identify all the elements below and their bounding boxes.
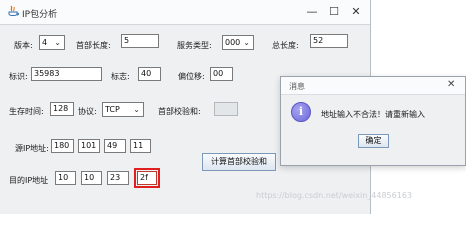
ttl-field[interactable]: 128	[50, 102, 74, 116]
dialog-message: 地址输入不合法！请重新输入	[321, 110, 425, 119]
header-length-label: 首部长度:	[76, 41, 111, 50]
message-dialog: 消息 ✕ i 地址输入不合法！请重新输入 确定	[280, 76, 466, 166]
fragment-offset-field[interactable]: 00	[210, 67, 233, 81]
maximize-button[interactable]: ☐	[324, 3, 344, 21]
ok-button[interactable]: 确定	[358, 134, 389, 148]
info-icon: i	[291, 102, 311, 122]
dialog-title-bar[interactable]: 消息 ✕	[281, 77, 465, 95]
version-label: 版本:	[14, 41, 33, 50]
protocol-value: TCP	[105, 105, 120, 114]
version-select[interactable]: 4 ⌄	[39, 35, 65, 50]
dialog-title: 消息	[289, 82, 305, 91]
chevron-down-icon: ⌄	[133, 105, 140, 114]
source-ip-octet-3[interactable]: 49	[104, 139, 126, 153]
total-length-field[interactable]: 52	[310, 34, 348, 48]
dest-ip-label: 目的IP地址	[9, 176, 49, 185]
window-title: IP包分析	[22, 10, 58, 20]
header-checksum-label: 首部校验和:	[158, 107, 201, 116]
watermark: https://blog.csdn.net/weixin_44856163	[256, 191, 413, 200]
dest-ip-octet-4[interactable]: 2f	[134, 168, 160, 188]
dest-ip-octet-2[interactable]: 10	[81, 171, 102, 185]
chevron-down-icon: ⌄	[54, 38, 61, 47]
dest-ip-octet-3[interactable]: 23	[107, 171, 129, 185]
service-type-select[interactable]: 000 ⌄	[222, 35, 254, 50]
source-ip-octet-2[interactable]: 101	[78, 139, 100, 153]
source-ip-octet-1[interactable]: 180	[51, 139, 74, 153]
chevron-down-icon: ⌄	[243, 38, 250, 47]
fragment-offset-label: 偏位移:	[178, 72, 205, 81]
compute-checksum-button[interactable]: 计算首部校验和	[202, 153, 276, 171]
java-app-icon	[8, 5, 19, 16]
protocol-select[interactable]: TCP ⌄	[102, 102, 144, 117]
flags-field[interactable]: 40	[138, 67, 161, 81]
service-type-label: 服务类型:	[177, 41, 212, 50]
ttl-label: 生存时间:	[9, 107, 44, 116]
source-ip-label: 源IP地址:	[15, 144, 49, 153]
total-length-label: 总长度:	[272, 41, 299, 50]
source-ip-octet-4[interactable]: 11	[130, 139, 151, 153]
close-button[interactable]: ✕	[346, 3, 366, 21]
identification-field[interactable]: 35983	[31, 67, 102, 81]
header-checksum-field	[214, 102, 238, 116]
title-bar[interactable]: IP包分析 — ☐ ✕	[0, 0, 370, 25]
service-type-value: 000	[225, 38, 241, 47]
dest-ip-octet-1[interactable]: 10	[55, 171, 76, 185]
identification-label: 标识:	[9, 72, 28, 81]
flags-label: 标志:	[111, 72, 130, 81]
version-value: 4	[42, 38, 48, 47]
dialog-close-button[interactable]: ✕	[447, 79, 455, 90]
minimize-button[interactable]: —	[302, 3, 322, 21]
protocol-label: 协议:	[78, 107, 97, 116]
header-length-field[interactable]: 5	[121, 34, 159, 48]
